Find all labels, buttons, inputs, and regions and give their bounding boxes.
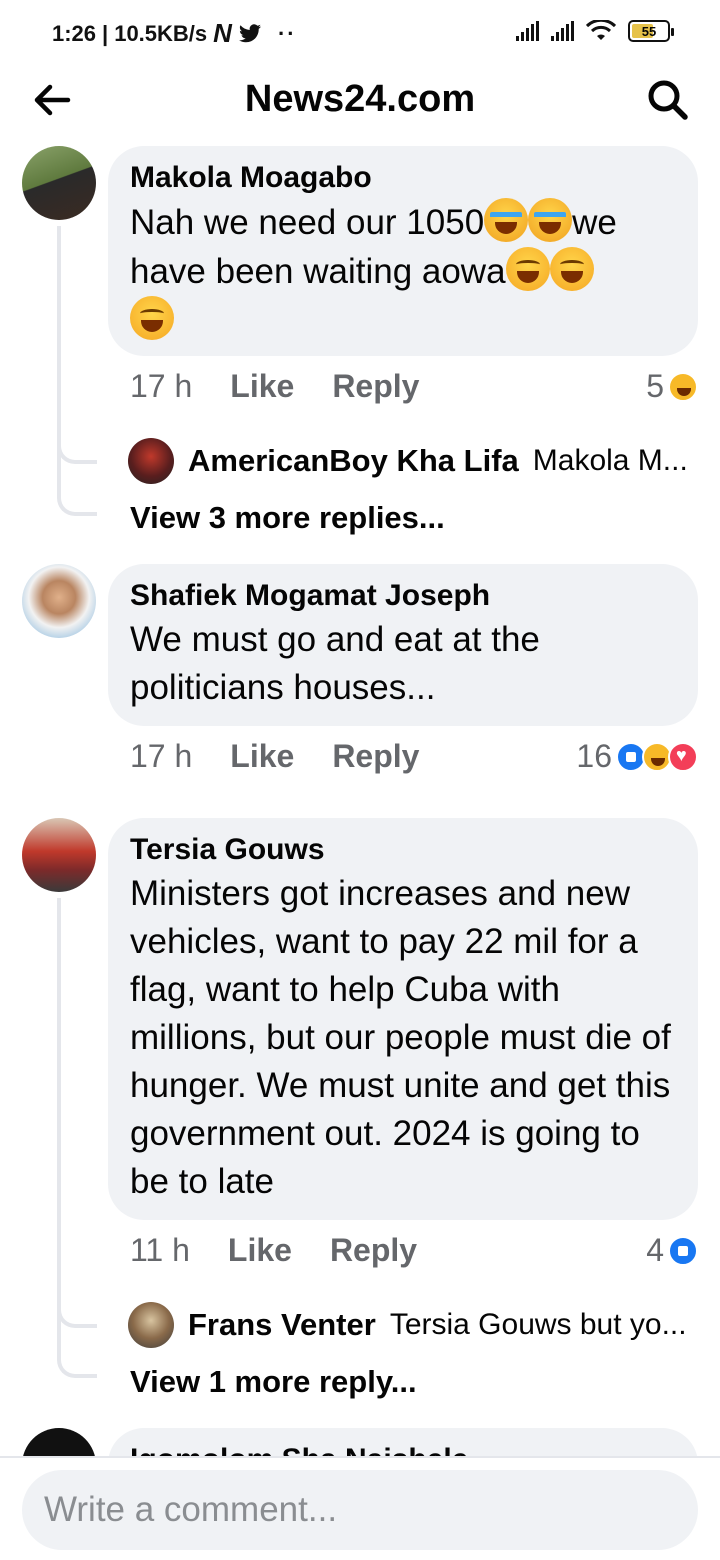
signal-icon-2 — [551, 21, 574, 41]
comment-text: We must go and eat at the politicians ho… — [130, 620, 540, 707]
reply-text: Tersia Gouws but yo... — [389, 1308, 687, 1341]
network-speed: 10.5KB/s — [114, 20, 208, 46]
like-button[interactable]: Like — [230, 738, 294, 775]
comment-actions: 11 h Like Reply — [130, 1232, 417, 1269]
reply-button[interactable]: Reply — [332, 368, 419, 405]
comment-time: 17 h — [130, 738, 193, 774]
like-reaction-icon — [668, 1235, 698, 1266]
comment-time: 17 h — [130, 368, 193, 404]
search-icon[interactable] — [644, 76, 692, 124]
reply-text: Makola M... — [532, 444, 688, 477]
view-more-replies-link[interactable]: View 3 more replies... — [130, 500, 445, 536]
reply-author: Frans Venter — [188, 1307, 376, 1342]
comment-text: Ministers got increases and new vehicles… — [130, 874, 671, 1201]
write-comment-input[interactable] — [22, 1470, 698, 1550]
reply-preview[interactable]: AmericanBoy Kha Lifa Makola M... — [128, 438, 698, 484]
battery-icon: 55 — [628, 20, 674, 42]
comment-author[interactable]: Makola Moagabo — [130, 158, 676, 198]
wifi-icon — [586, 20, 616, 40]
comment-time: 11 h — [130, 1232, 190, 1268]
top-app-bar: News24.com — [0, 64, 720, 136]
avatar[interactable] — [22, 564, 96, 638]
reply-preview[interactable]: Frans Venter Tersia Gouws but yo... — [128, 1302, 698, 1348]
comment-bubble: Makola Moagabo Nah we need our 1050 we ha… — [108, 146, 698, 356]
avatar — [128, 1302, 174, 1348]
comment-actions: 17 h Like Reply — [130, 738, 419, 775]
comment-text: Nah we need our 1050 we have been waiting… — [130, 198, 676, 345]
reaction-summary[interactable]: 5 — [646, 368, 698, 405]
crying-emoji-icon — [528, 198, 573, 242]
crying-emoji-icon — [484, 198, 529, 242]
status-left: 1:26 | 10.5KB/s N ·· — [52, 18, 297, 48]
thread-line — [57, 898, 97, 1378]
avatar — [128, 438, 174, 484]
avatar[interactable] — [22, 818, 96, 892]
haha-reaction-icon — [668, 371, 698, 402]
status-bar: 1:26 | 10.5KB/s N ·· 55 — [0, 0, 720, 64]
reaction-summary[interactable]: 16 — [576, 738, 698, 775]
comment-bubble: Tersia Gouws Ministers got increases and… — [108, 818, 698, 1220]
news-app-icon: N — [213, 18, 232, 48]
more-notifications-icon: ·· — [277, 20, 297, 46]
love-reaction-icon — [668, 741, 698, 772]
comment-author[interactable]: Shafiek Mogamat Joseph — [130, 576, 676, 616]
laughing-emoji-icon — [130, 296, 174, 340]
laughing-emoji-icon — [505, 247, 550, 291]
view-more-replies-link[interactable]: View 1 more reply... — [130, 1364, 417, 1400]
like-button[interactable]: Like — [228, 1232, 292, 1269]
comment-actions: 17 h Like Reply — [130, 368, 419, 405]
status-right: 55 — [516, 20, 674, 42]
reaction-count: 4 — [646, 1232, 664, 1268]
thread-line — [57, 226, 97, 516]
comment-composer — [0, 1456, 720, 1560]
signal-icon — [516, 21, 539, 41]
reply-button[interactable]: Reply — [330, 1232, 417, 1269]
reaction-summary[interactable]: 4 — [646, 1232, 698, 1269]
reaction-count: 16 — [576, 738, 612, 774]
like-button[interactable]: Like — [230, 368, 294, 405]
comment-author[interactable]: Tersia Gouws — [130, 830, 676, 870]
reaction-count: 5 — [646, 368, 664, 404]
laughing-emoji-icon — [549, 247, 594, 291]
comment-bubble: Shafiek Mogamat Joseph We must go and ea… — [108, 564, 698, 726]
twitter-icon — [238, 23, 261, 42]
reply-button[interactable]: Reply — [332, 738, 419, 775]
avatar[interactable] — [22, 146, 96, 220]
page-title: News24.com — [244, 78, 476, 120]
clock: 1:26 — [52, 20, 97, 46]
reply-author: AmericanBoy Kha Lifa — [188, 443, 519, 478]
